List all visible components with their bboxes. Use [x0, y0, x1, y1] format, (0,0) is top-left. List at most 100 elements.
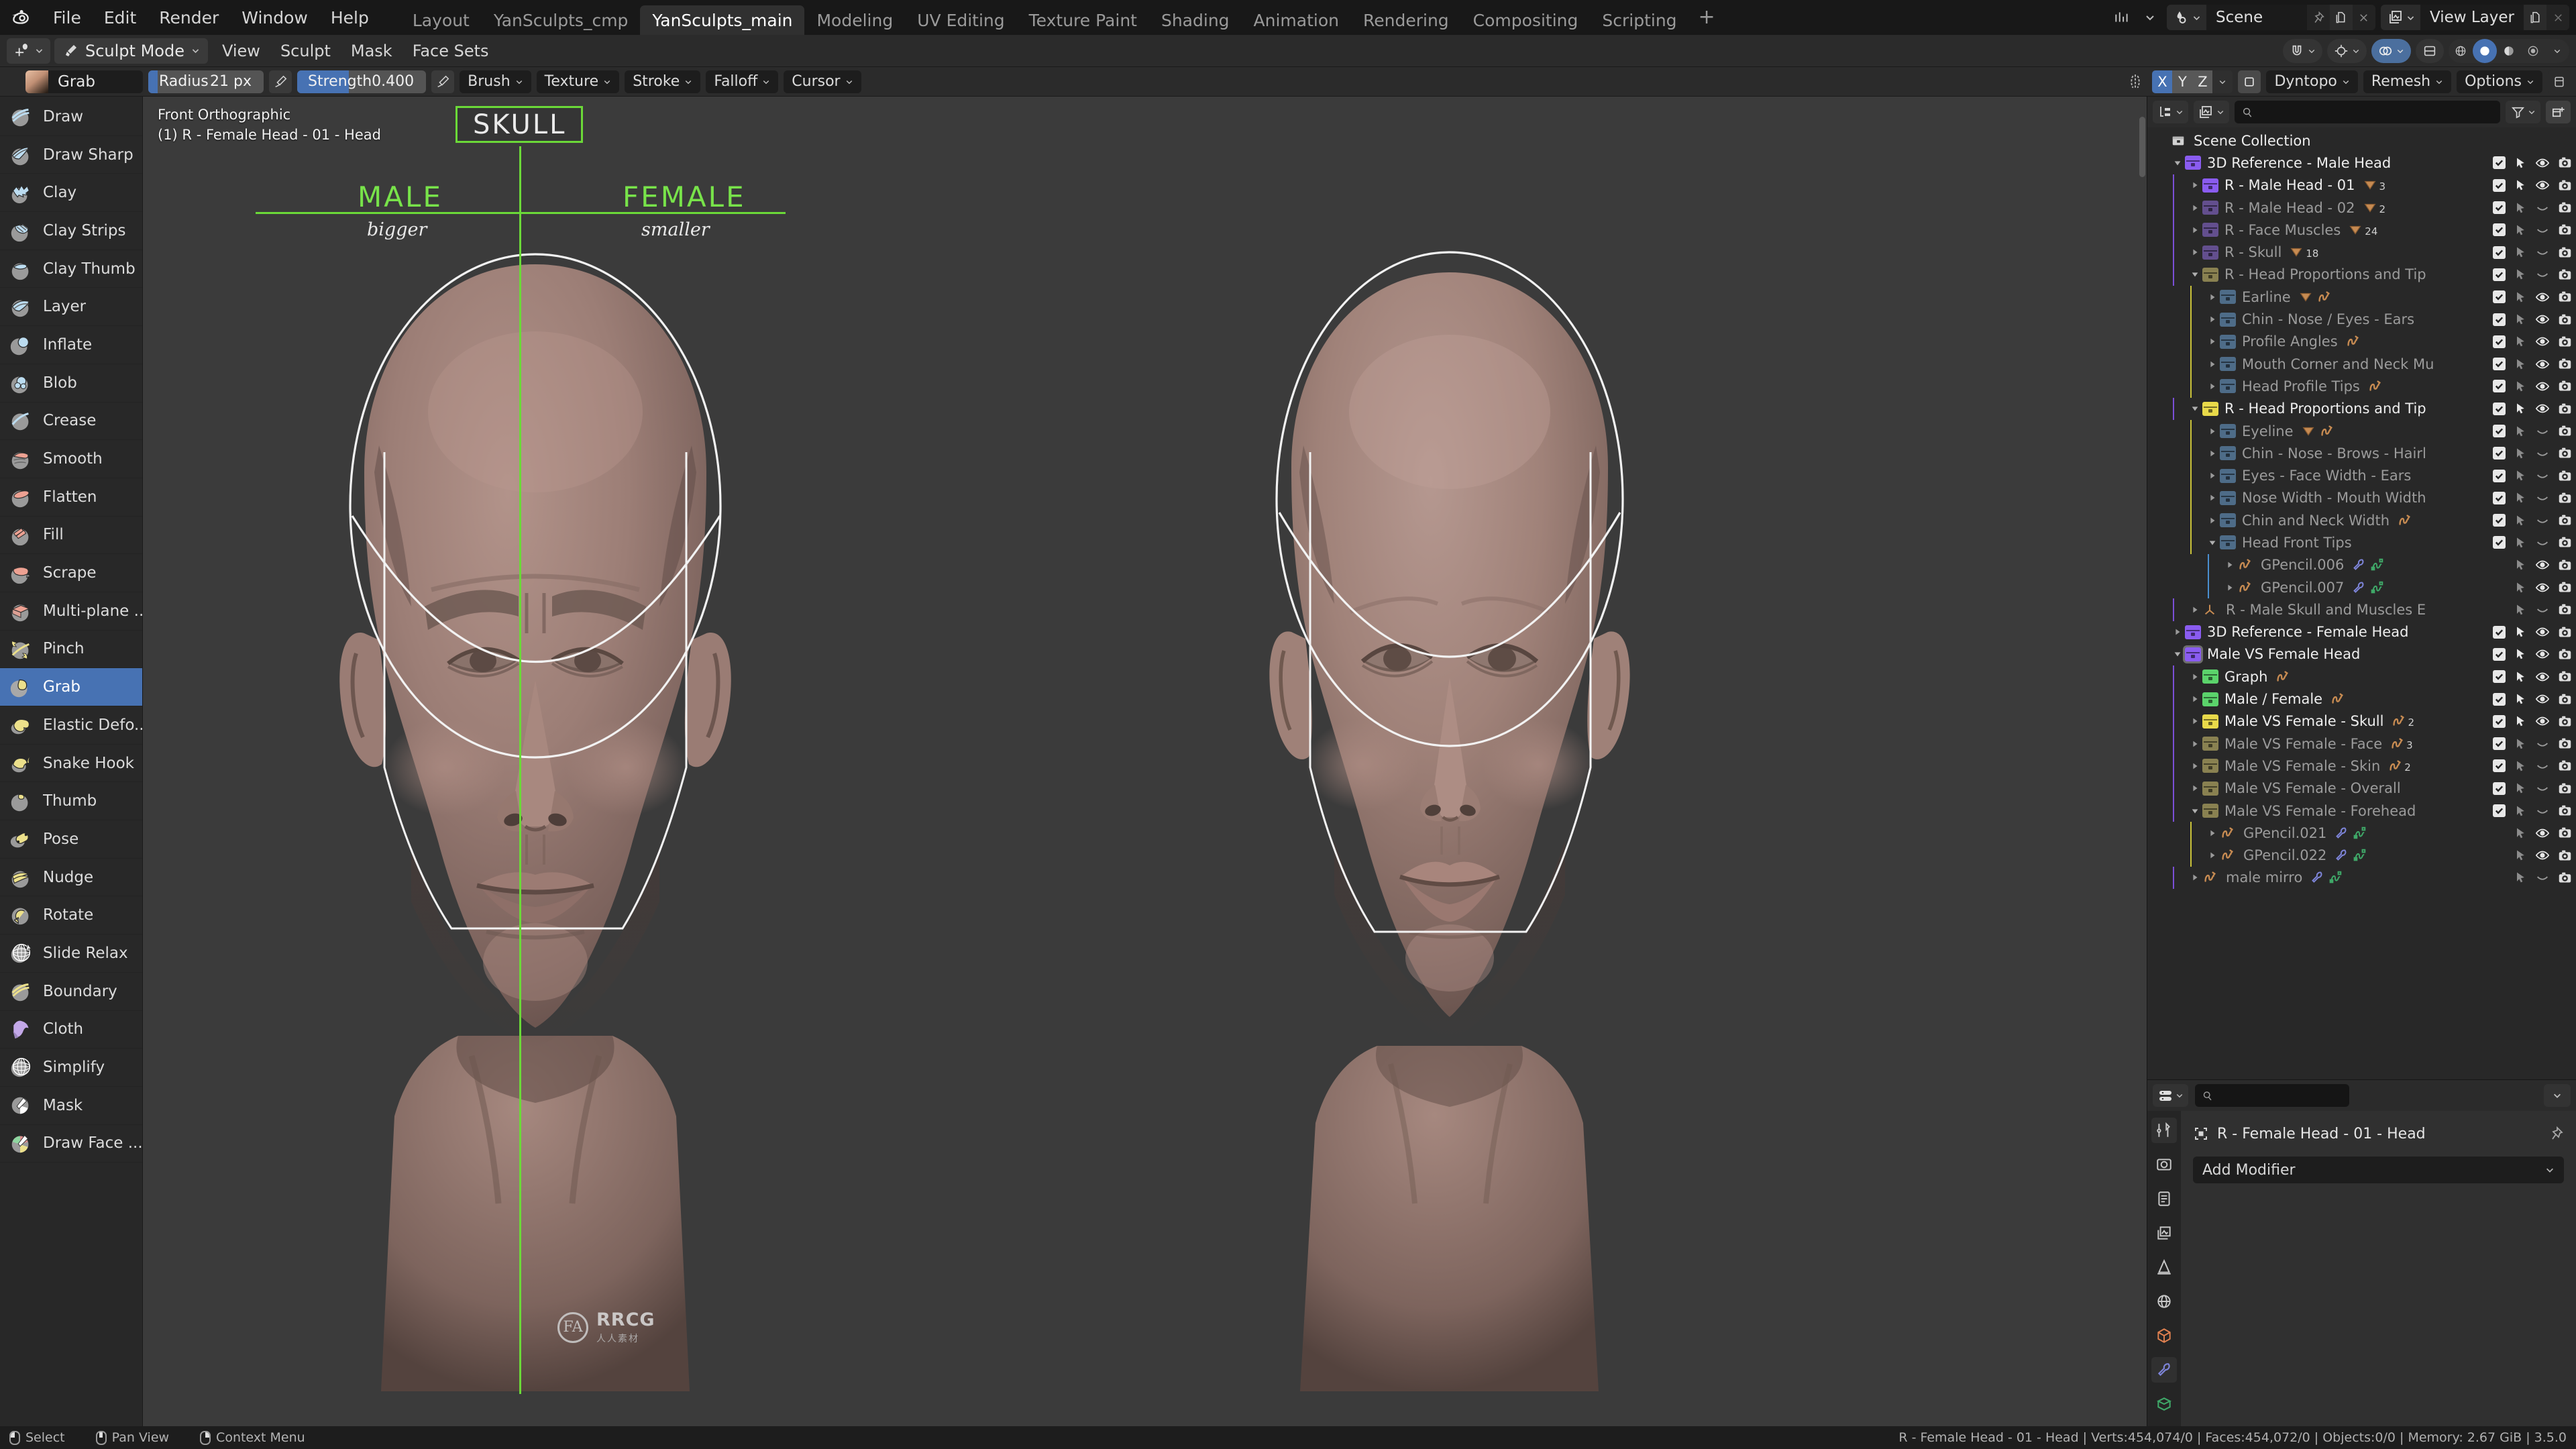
- shading-material-icon[interactable]: [2497, 39, 2521, 63]
- render-visibility-icon[interactable]: [2558, 535, 2572, 549]
- exclude-checkbox[interactable]: [2493, 715, 2506, 728]
- properties-search-input[interactable]: [2195, 1084, 2349, 1107]
- visibility-toggle-icon[interactable]: [2535, 357, 2550, 372]
- visibility-toggle-icon[interactable]: [2535, 201, 2550, 215]
- scene-stats-icon[interactable]: [2110, 5, 2133, 30]
- exclude-checkbox[interactable]: [2493, 335, 2506, 348]
- visibility-toggle-icon[interactable]: [2535, 401, 2550, 416]
- visibility-toggle-icon[interactable]: [2535, 625, 2550, 639]
- viewport-menu-mask[interactable]: Mask: [341, 38, 402, 64]
- visibility-toggle-icon[interactable]: [2535, 245, 2550, 260]
- disclosure-closed-icon[interactable]: [2222, 583, 2237, 592]
- visibility-toggle-icon[interactable]: [2535, 557, 2550, 572]
- visibility-toggle-icon[interactable]: [2535, 759, 2550, 773]
- output-tab[interactable]: [2151, 1186, 2177, 1212]
- render-visibility-icon[interactable]: [2558, 357, 2572, 371]
- menu-edit[interactable]: Edit: [93, 0, 148, 35]
- dropdown-options[interactable]: Options: [2457, 70, 2542, 93]
- checkbox-empty-icon[interactable]: [2238, 70, 2261, 93]
- scene-selector[interactable]: Scene: [2167, 5, 2375, 30]
- outliner-search-field[interactable]: [2259, 104, 2493, 120]
- sculpt-tool-draw[interactable]: Draw: [0, 98, 142, 136]
- selectable-toggle-icon[interactable]: [2514, 625, 2527, 639]
- render-visibility-icon[interactable]: [2558, 826, 2572, 840]
- shading-rendered-icon[interactable]: [2521, 39, 2545, 63]
- render-visibility-icon[interactable]: [2558, 804, 2572, 818]
- render-visibility-icon[interactable]: [2558, 714, 2572, 729]
- disclosure-closed-icon[interactable]: [2188, 739, 2202, 749]
- workspace-tab-compositing[interactable]: Compositing: [1461, 5, 1591, 35]
- sculpt-tool-layer[interactable]: Layer: [0, 288, 142, 326]
- exclude-checkbox[interactable]: [2493, 447, 2506, 460]
- visibility-toggle-icon[interactable]: [2535, 826, 2550, 841]
- gizmo-button[interactable]: [2327, 39, 2367, 63]
- visibility-toggle-icon[interactable]: [2535, 267, 2550, 282]
- outliner-row[interactable]: R - Male Skull and Muscles Em: [2147, 598, 2576, 621]
- sculpt-tool-flatten[interactable]: Flatten: [0, 478, 142, 517]
- sculpt-tool-clay-strips[interactable]: Clay Strips: [0, 212, 142, 250]
- render-visibility-icon[interactable]: [2558, 178, 2572, 193]
- render-visibility-icon[interactable]: [2558, 782, 2572, 796]
- disclosure-closed-icon[interactable]: [2188, 180, 2202, 190]
- sculpt-tool-elastic-defo[interactable]: Elastic Defo...: [0, 706, 142, 745]
- outliner-scene-collection-row[interactable]: Scene Collection: [2147, 129, 2576, 152]
- outliner-row[interactable]: Mouth Corner and Neck Mu: [2147, 353, 2576, 375]
- outliner-row[interactable]: R - Skull18: [2147, 241, 2576, 263]
- disclosure-closed-icon[interactable]: [2188, 248, 2202, 257]
- outliner-row[interactable]: GPencil.022: [2147, 845, 2576, 867]
- disclosure-closed-icon[interactable]: [2188, 203, 2202, 213]
- brush-dropdown-texture[interactable]: Texture: [537, 70, 620, 93]
- chevron-down-icon[interactable]: [2545, 39, 2569, 63]
- exclude-checkbox[interactable]: [2493, 380, 2506, 392]
- sculpt-tool-draw-face[interactable]: Draw Face ...: [0, 1125, 142, 1163]
- new-layer-icon[interactable]: [2524, 5, 2546, 30]
- render-visibility-icon[interactable]: [2558, 335, 2572, 349]
- exclude-checkbox[interactable]: [2493, 693, 2506, 706]
- render-visibility-icon[interactable]: [2558, 424, 2572, 438]
- outliner-row[interactable]: R - Male Head - 013: [2147, 174, 2576, 197]
- visibility-toggle-icon[interactable]: [2535, 804, 2550, 818]
- selectable-toggle-icon[interactable]: [2514, 782, 2527, 795]
- outliner-row[interactable]: Profile Angles: [2147, 331, 2576, 353]
- disclosure-closed-icon[interactable]: [2205, 828, 2220, 838]
- outliner-row[interactable]: Graph: [2147, 665, 2576, 688]
- selectable-toggle-icon[interactable]: [2514, 581, 2527, 594]
- menu-help[interactable]: Help: [319, 0, 380, 35]
- strength-slider[interactable]: Strength 0.400: [297, 70, 426, 93]
- render-visibility-icon[interactable]: [2558, 871, 2572, 885]
- disclosure-closed-icon[interactable]: [2188, 694, 2202, 704]
- disclosure-open-icon[interactable]: [2205, 538, 2220, 547]
- selectable-toggle-icon[interactable]: [2514, 223, 2527, 237]
- add-modifier-button[interactable]: Add Modifier: [2193, 1157, 2564, 1183]
- sculpt-tool-draw-sharp[interactable]: Draw Sharp: [0, 136, 142, 174]
- outliner-row[interactable]: GPencil.007: [2147, 576, 2576, 598]
- dropdown-dyntopo[interactable]: Dyntopo: [2266, 70, 2357, 93]
- selectable-toggle-icon[interactable]: [2514, 469, 2527, 482]
- render-visibility-icon[interactable]: [2558, 156, 2572, 170]
- sculpt-tool-simplify[interactable]: Simplify: [0, 1049, 142, 1087]
- disclosure-closed-icon[interactable]: [2205, 360, 2220, 369]
- outliner-row[interactable]: R - Head Proportions and Tips: [2147, 398, 2576, 420]
- disclosure-open-icon[interactable]: [2170, 649, 2185, 659]
- remove-layer-icon[interactable]: [2546, 5, 2569, 30]
- disclosure-open-icon[interactable]: [2188, 270, 2202, 279]
- pin-icon[interactable]: [2307, 5, 2330, 30]
- sculpt-tool-blob[interactable]: Blob: [0, 364, 142, 402]
- outliner-row[interactable]: 3D Reference - Male Head: [2147, 152, 2576, 174]
- pin-icon[interactable]: [2548, 1126, 2564, 1142]
- outliner-tree[interactable]: Scene Collection3D Reference - Male Head…: [2147, 127, 2576, 1079]
- outliner-row[interactable]: Nose Width - Mouth Width: [2147, 487, 2576, 509]
- properties-options-chevron-icon[interactable]: [2544, 1084, 2571, 1107]
- sculpt-tool-scrape[interactable]: Scrape: [0, 554, 142, 592]
- disclosure-closed-icon[interactable]: [2205, 449, 2220, 458]
- render-visibility-icon[interactable]: [2558, 759, 2572, 773]
- xray-button[interactable]: [2416, 39, 2444, 63]
- exclude-checkbox[interactable]: [2493, 402, 2506, 415]
- outliner-row[interactable]: Male VS Female - Skull2: [2147, 710, 2576, 733]
- disclosure-closed-icon[interactable]: [2205, 493, 2220, 502]
- workspace-tab-yansculpts-cmp[interactable]: YanSculpts_cmp: [482, 5, 641, 35]
- disclosure-closed-icon[interactable]: [2205, 471, 2220, 480]
- sculpt-tool-clay[interactable]: Clay: [0, 174, 142, 212]
- overlays-button[interactable]: [2371, 39, 2411, 63]
- new-scene-icon[interactable]: [2330, 5, 2353, 30]
